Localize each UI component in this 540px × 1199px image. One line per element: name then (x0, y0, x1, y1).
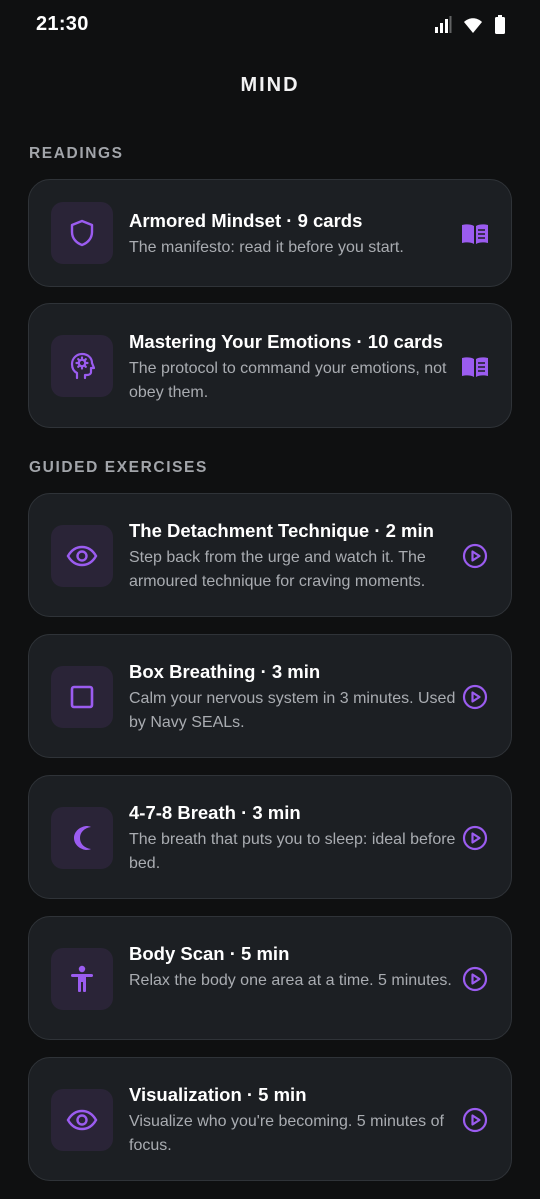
card-title: The Detachment Technique · 2 min (129, 520, 434, 541)
card-title: 4-7-8 Breath · 3 min (129, 802, 301, 823)
signal-icon (434, 16, 452, 34)
card-title: Body Scan · 5 min (129, 943, 290, 964)
card-subtitle: The protocol to command your emotions, n… (129, 360, 447, 401)
exercise-card-detachment[interactable]: The Detachment Technique · 2 min Step ba… (28, 493, 512, 617)
play-icon[interactable] (461, 542, 489, 570)
eye-icon (51, 525, 113, 587)
card-subtitle: Visualize who you're becoming. 5 minutes… (129, 1113, 444, 1154)
moon-icon (51, 807, 113, 869)
brain-head-icon (51, 335, 113, 397)
card-title: Mastering Your Emotions · 10 cards (129, 331, 443, 352)
play-icon[interactable] (461, 683, 489, 711)
section-title-guided-exercises: GUIDED EXERCISES (29, 459, 208, 476)
exercise-card-body-scan[interactable]: Body Scan · 5 min Relax the body one are… (28, 916, 512, 1040)
section-title-readings: READINGS (29, 145, 124, 162)
play-icon[interactable] (461, 824, 489, 852)
status-icons (434, 14, 506, 36)
eye-icon (51, 1089, 113, 1151)
exercise-card-visualization[interactable]: Visualization · 5 min Visualize who you'… (28, 1057, 512, 1181)
reading-card-armored-mindset[interactable]: Armored Mindset · 9 cards The manifesto:… (28, 179, 512, 287)
status-time: 21:30 (36, 13, 89, 35)
card-subtitle: Calm your nervous system in 3 minutes. U… (129, 690, 456, 731)
card-title: Armored Mindset · 9 cards (129, 210, 363, 231)
shield-icon (51, 202, 113, 264)
reading-card-mastering-emotions[interactable]: Mastering Your Emotions · 10 cards The p… (28, 303, 512, 428)
play-icon[interactable] (461, 965, 489, 993)
book-icon[interactable] (461, 220, 489, 248)
card-subtitle: The manifesto: read it before you start. (129, 239, 404, 256)
status-bar: 21:30 (0, 0, 540, 50)
exercise-card-478-breath[interactable]: 4-7-8 Breath · 3 min The breath that put… (28, 775, 512, 899)
card-subtitle: The breath that puts you to sleep: ideal… (129, 831, 456, 872)
card-title: Box Breathing · 3 min (129, 661, 321, 682)
card-subtitle: Relax the body one area at a time. 5 min… (129, 972, 452, 989)
play-icon[interactable] (461, 1106, 489, 1134)
person-icon (51, 948, 113, 1010)
square-icon (51, 666, 113, 728)
card-subtitle: Step back from the urge and watch it. Th… (129, 549, 426, 590)
wifi-icon (462, 16, 484, 34)
page-title: MIND (240, 74, 300, 96)
exercise-card-box-breathing[interactable]: Box Breathing · 3 min Calm your nervous … (28, 634, 512, 758)
book-icon[interactable] (461, 353, 489, 381)
card-title: Visualization · 5 min (129, 1084, 307, 1105)
battery-icon (494, 15, 506, 35)
